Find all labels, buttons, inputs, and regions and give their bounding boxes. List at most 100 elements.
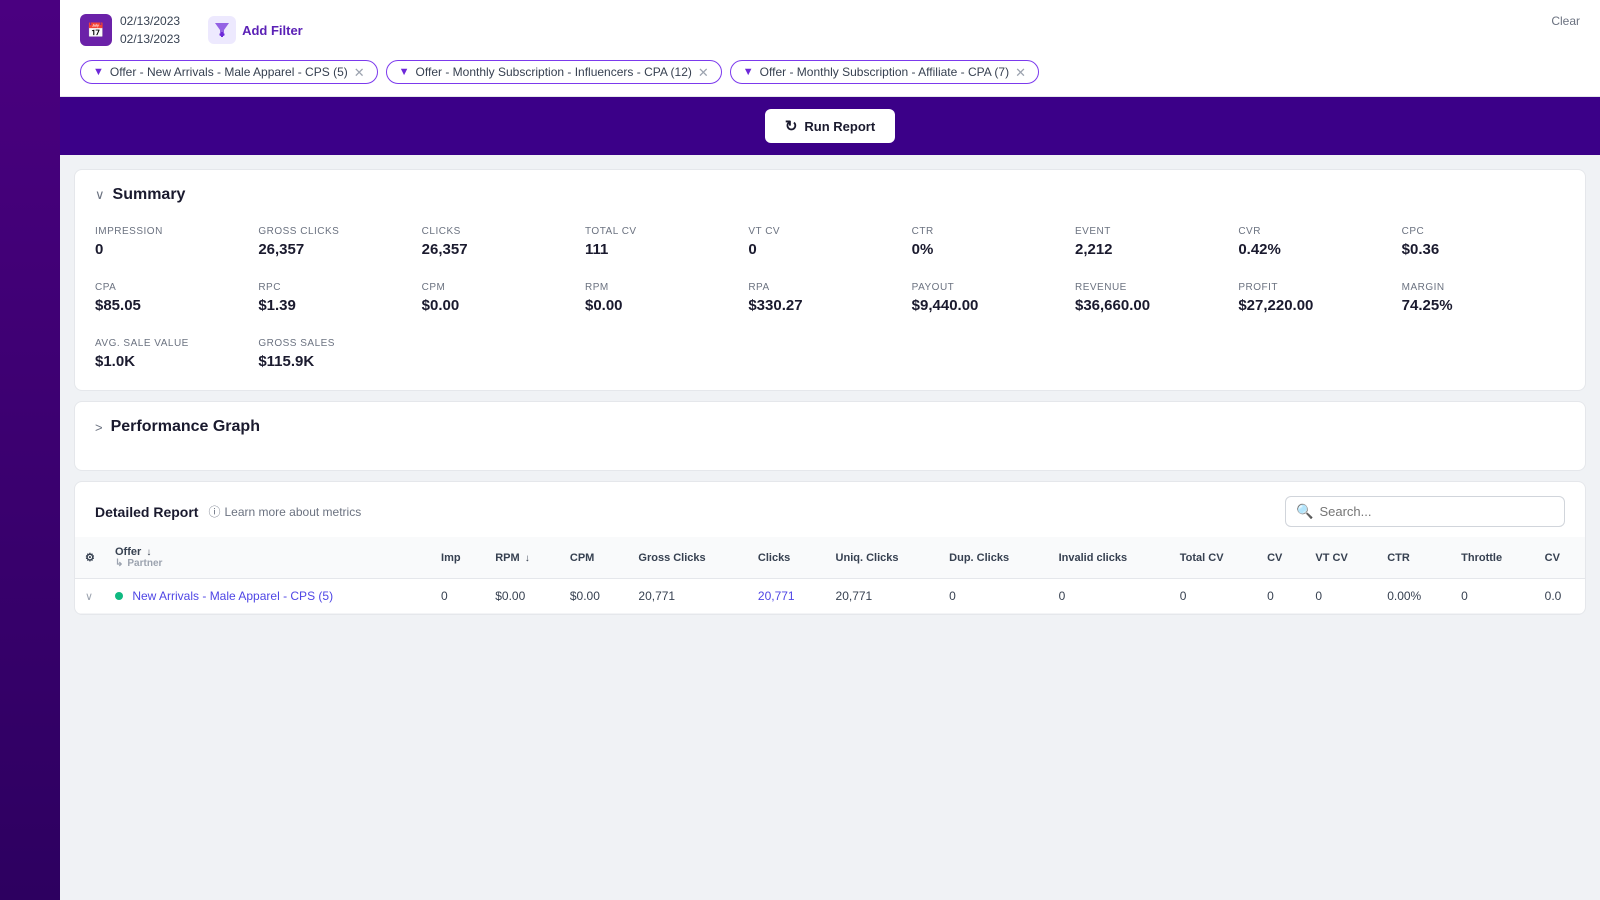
offer-label[interactable]: New Arrivals - Male Apparel - CPS (5) <box>132 589 333 603</box>
col-offer: Offer ↓ ↳ Partner <box>105 537 431 579</box>
learn-more-link[interactable]: ⓘ Learn more about metrics <box>208 503 361 520</box>
metric-event-label: EVENT <box>1075 226 1230 237</box>
metric-gross-sales: GROSS SALES $115.9K <box>258 334 421 374</box>
metric-gross-sales-value: $115.9K <box>258 353 413 370</box>
col-cpm: CPM <box>560 537 629 579</box>
metric-vt-cv-value: 0 <box>748 241 903 258</box>
row-rpm-cell: $0.00 <box>485 579 560 614</box>
metric-revenue: REVENUE $36,660.00 <box>1075 278 1238 318</box>
metric-profit-label: PROFIT <box>1238 282 1393 293</box>
performance-graph-header[interactable]: > Performance Graph <box>95 418 1565 436</box>
summary-header[interactable]: ∨ Summary <box>95 186 1565 204</box>
partner-sub-label: ↳ Partner <box>115 558 421 569</box>
filter-tags: ▼ Offer - New Arrivals - Male Apparel - … <box>80 60 1580 84</box>
filter-area: 📅 02/13/2023 02/13/2023 Add Filt <box>60 0 1600 97</box>
col-rpm[interactable]: RPM ↓ <box>485 537 560 579</box>
metric-cpc-value: $0.36 <box>1402 241 1557 258</box>
metric-rpa-label: RPA <box>748 282 903 293</box>
row-ctr-cell: 0.00% <box>1377 579 1451 614</box>
search-input[interactable] <box>1319 504 1554 519</box>
metric-avg-sale-label: AVG. SALE VALUE <box>95 338 250 349</box>
col-throttle: Throttle <box>1451 537 1534 579</box>
table-settings-icon[interactable]: ⚙ <box>85 552 95 564</box>
summary-chevron-icon: ∨ <box>95 187 105 203</box>
summary-section: ∨ Summary IMPRESSION 0 GROSS CLICKS 26,3… <box>74 169 1586 391</box>
row-imp-cell: 0 <box>431 579 485 614</box>
metric-ctr: CTR 0% <box>912 222 1075 262</box>
table-body: ∨ New Arrivals - Male Apparel - CPS (5) … <box>75 579 1585 614</box>
performance-graph-section: > Performance Graph <box>74 401 1586 471</box>
col-total-cv: Total CV <box>1170 537 1257 579</box>
metric-revenue-value: $36,660.00 <box>1075 297 1230 314</box>
metric-total-cv-value: 111 <box>585 241 740 258</box>
metric-margin-label: MARGIN <box>1402 282 1557 293</box>
col-ctr: CTR <box>1377 537 1451 579</box>
main-content: 📅 02/13/2023 02/13/2023 Add Filt <box>60 0 1600 900</box>
rpm-sort-icon: ↓ <box>525 553 530 564</box>
partner-arrow-icon: ↳ <box>115 558 123 569</box>
filter-plus-svg <box>214 22 230 38</box>
row-vt-cv-cell: 0 <box>1305 579 1377 614</box>
metric-rpm-value: $0.00 <box>585 297 740 314</box>
col-vt-cv: VT CV <box>1305 537 1377 579</box>
metric-cpm-label: CPM <box>422 282 577 293</box>
row-expand-cell: ∨ <box>75 579 105 614</box>
page-wrapper: 📅 02/13/2023 02/13/2023 Add Filt <box>0 0 1600 900</box>
col-uniq-clicks: Uniq. Clicks <box>826 537 940 579</box>
metric-revenue-label: REVENUE <box>1075 282 1230 293</box>
metric-cpm-value: $0.00 <box>422 297 577 314</box>
table-row: ∨ New Arrivals - Male Apparel - CPS (5) … <box>75 579 1585 614</box>
clear-link[interactable]: Clear <box>1551 14 1580 28</box>
info-icon: ⓘ <box>208 503 220 520</box>
row-uniq-clicks-cell: 20,771 <box>826 579 940 614</box>
remove-filter-2[interactable]: ✕ <box>1015 66 1026 79</box>
col-dup-clicks: Dup. Clicks <box>939 537 1048 579</box>
remove-filter-0[interactable]: ✕ <box>354 66 365 79</box>
row-cv-cell: 0 <box>1257 579 1305 614</box>
add-filter-button[interactable]: Add Filter <box>200 12 311 48</box>
detailed-report-title: Detailed Report <box>95 504 198 520</box>
row-offer-cell: New Arrivals - Male Apparel - CPS (5) <box>105 579 431 614</box>
metric-impression: IMPRESSION 0 <box>95 222 258 262</box>
row-expand-icon[interactable]: ∨ <box>85 591 93 603</box>
add-filter-icon <box>208 16 236 44</box>
metric-event-value: 2,212 <box>1075 241 1230 258</box>
metric-gross-sales-label: GROSS SALES <box>258 338 413 349</box>
tag-filter-icon-1: ▼ <box>399 66 410 78</box>
row-gross-clicks-cell: 20,771 <box>628 579 748 614</box>
metric-rpc-value: $1.39 <box>258 297 413 314</box>
filter-tag-1: ▼ Offer - Monthly Subscription - Influen… <box>386 60 722 84</box>
filter-tag-label-2: Offer - Monthly Subscription - Affiliate… <box>760 65 1009 79</box>
col-imp: Imp <box>431 537 485 579</box>
performance-graph-title: Performance Graph <box>111 418 260 436</box>
remove-filter-1[interactable]: ✕ <box>698 66 709 79</box>
col-clicks: Clicks <box>748 537 826 579</box>
filter-tag-0: ▼ Offer - New Arrivals - Male Apparel - … <box>80 60 378 84</box>
metric-rpa-value: $330.27 <box>748 297 903 314</box>
metric-cpa-label: CPA <box>95 282 250 293</box>
offer-status-dot <box>115 592 123 600</box>
metric-margin-value: 74.25% <box>1402 297 1557 314</box>
date-from: 02/13/2023 <box>120 12 180 30</box>
metrics-row-1: IMPRESSION 0 GROSS CLICKS 26,357 CLICKS … <box>95 222 1565 262</box>
metric-cvr-value: 0.42% <box>1238 241 1393 258</box>
sidebar <box>0 0 60 900</box>
offer-sort-icon[interactable]: ↓ <box>146 547 151 558</box>
filter-tag-2: ▼ Offer - Monthly Subscription - Affilia… <box>730 60 1039 84</box>
metric-rpm-label: RPM <box>585 282 740 293</box>
detailed-title-row: Detailed Report ⓘ Learn more about metri… <box>95 503 361 520</box>
row-invalid-clicks-cell: 0 <box>1049 579 1170 614</box>
row-throttle-cell: 0 <box>1451 579 1534 614</box>
filter-header: 📅 02/13/2023 02/13/2023 Add Filt <box>80 12 1580 48</box>
metric-vt-cv-label: VT CV <box>748 226 903 237</box>
tag-filter-icon-0: ▼ <box>93 66 104 78</box>
metric-total-cv-label: TOTAL CV <box>585 226 740 237</box>
performance-graph-chevron-icon: > <box>95 420 103 435</box>
metric-margin: MARGIN 74.25% <box>1402 278 1565 318</box>
row-clicks-value[interactable]: 20,771 <box>758 589 795 603</box>
calendar-icon: 📅 <box>80 14 112 46</box>
run-report-button[interactable]: ↻ Run Report <box>765 109 895 143</box>
col-gross-clicks: Gross Clicks <box>628 537 748 579</box>
metric-profit-value: $27,220.00 <box>1238 297 1393 314</box>
metric-cpa-value: $85.05 <box>95 297 250 314</box>
